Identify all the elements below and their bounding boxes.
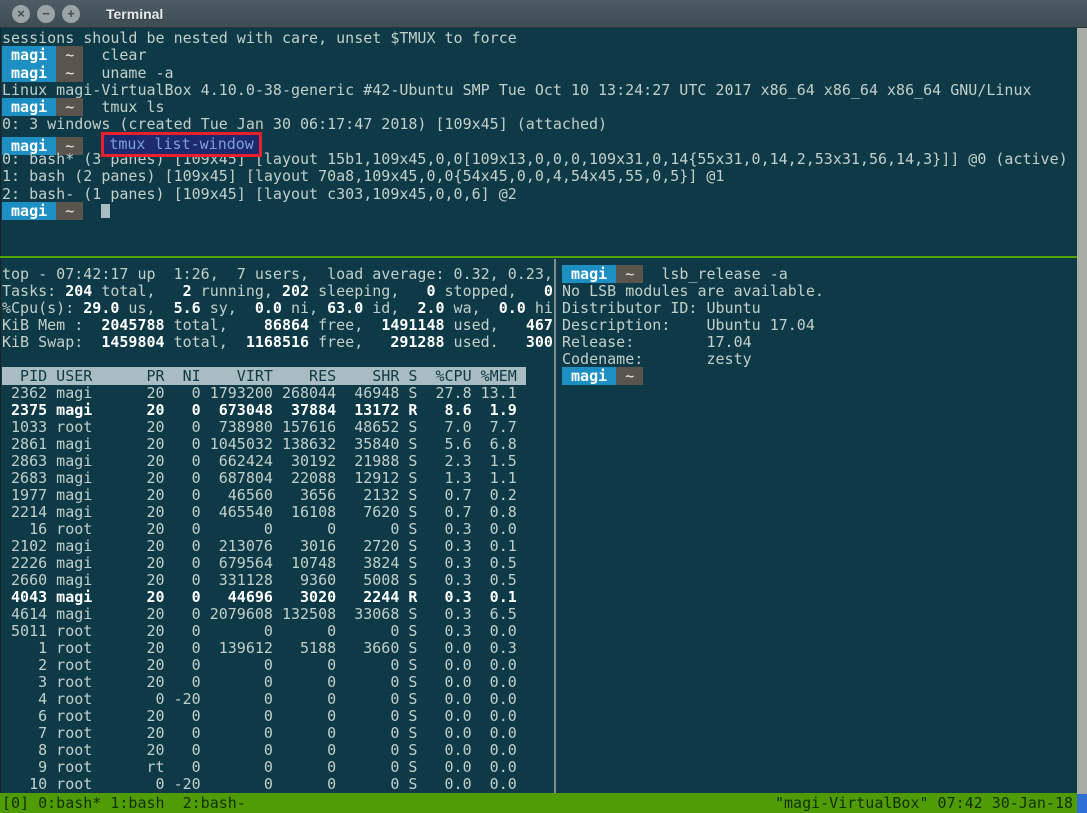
- top-summary-line: %Cpu(s): 29.0 us, 5.6 sy, 0.0 ni, 63.0 i…: [2, 300, 553, 317]
- terminal-line: magi ~ clear: [2, 47, 1077, 64]
- prompt-user-badge: magi: [2, 98, 56, 116]
- tmux-horizontal-pane-divider[interactable]: [0, 256, 1077, 258]
- process-row: 2660 magi 20 0 331128 9360 5008 S 0.3 0.…: [2, 572, 553, 589]
- prompt-dir-badge: ~: [616, 265, 643, 283]
- terminal-line: Distributor ID: Ubuntu: [562, 300, 1076, 317]
- command-text: lsb_release -a: [661, 265, 787, 283]
- prompt-dir-badge: ~: [56, 98, 83, 116]
- minimize-button[interactable]: −: [37, 5, 55, 23]
- process-row: 5011 root 20 0 0 0 0 S 0.3 0.0: [2, 623, 553, 640]
- title-bar: × − + Terminal: [0, 0, 1087, 28]
- prompt-user-badge: magi: [2, 64, 56, 82]
- process-row: 1033 root 20 0 738980 157616 48652 S 7.0…: [2, 419, 553, 436]
- tmux-status-bar: [0] 0:bash* 1:bash 2:bash- "magi-Virtual…: [0, 793, 1087, 813]
- terminal-line: magi ~: [2, 203, 1077, 220]
- terminal-line: magi ~ lsb_release -a: [562, 266, 1076, 283]
- process-row: 8 root 20 0 0 0 0 S 0.0 0.0: [2, 742, 553, 759]
- terminal-line: Description: Ubuntu 17.04: [562, 317, 1076, 334]
- process-row: 2214 magi 20 0 465540 16108 7620 S 0.7 0…: [2, 504, 553, 521]
- process-row: 10 root 0 -20 0 0 0 S 0.0 0.0: [2, 776, 553, 793]
- process-row: 1977 magi 20 0 46560 3656 2132 S 0.7 0.2: [2, 487, 553, 504]
- command-text: tmux ls: [101, 98, 164, 116]
- terminal-window: × − + Terminal sessions should be nested…: [0, 0, 1087, 813]
- command-text: uname -a: [101, 64, 173, 82]
- process-row: 2102 magi 20 0 213076 3016 2720 S 0.3 0.…: [2, 538, 553, 555]
- process-row: 2 root 20 0 0 0 0 S 0.0 0.0: [2, 657, 553, 674]
- process-row: 2362 magi 20 0 1793200 268044 46948 S 27…: [2, 385, 553, 402]
- terminal-line: Linux magi-VirtualBox 4.10.0-38-generic …: [2, 82, 1077, 99]
- annotation-highlight-box: tmux list-window: [101, 132, 262, 157]
- top-summary-line: KiB Mem : 2045788 total, 86864 free, 149…: [2, 317, 553, 334]
- blank-line: [2, 351, 553, 368]
- cursor-block: [101, 204, 110, 218]
- terminal-line: magi ~ tmux list-window: [2, 134, 1077, 151]
- process-row: 6 root 20 0 0 0 0 S 0.0 0.0: [2, 708, 553, 725]
- process-table-header-text: PID USER PR NI VIRT RES SHR S %CPU %MEM: [2, 367, 526, 385]
- top-summary-line: KiB Swap: 1459804 total, 1168516 free, 2…: [2, 334, 553, 351]
- tmux-vertical-pane-divider[interactable]: [554, 259, 556, 793]
- close-button[interactable]: ×: [12, 5, 30, 23]
- process-row: 2863 magi 20 0 662424 30192 21988 S 2.3 …: [2, 453, 553, 470]
- process-row: 2375 magi 20 0 673048 37884 13172 R 8.6 …: [2, 402, 553, 419]
- terminal-line: 2: bash- (1 panes) [109x45] [layout c303…: [2, 186, 1077, 203]
- process-row: 4614 magi 20 0 2079608 132508 33068 S 0.…: [2, 606, 553, 623]
- prompt-dir-badge: ~: [56, 46, 83, 64]
- maximize-button[interactable]: +: [62, 5, 80, 23]
- terminal-line: Release: 17.04: [562, 334, 1076, 351]
- terminal-line: 1: bash (2 panes) [109x45] [layout 70a8,…: [2, 168, 1077, 185]
- tmux-status-windows[interactable]: [0] 0:bash* 1:bash 2:bash-: [2, 793, 246, 813]
- tmux-pane-shell[interactable]: sessions should be nested with care, uns…: [2, 30, 1077, 254]
- top-summary-line: Tasks: 204 total, 2 running, 202 sleepin…: [2, 283, 553, 300]
- process-row: 16 root 20 0 0 0 0 S 0.3 0.0: [2, 521, 553, 538]
- prompt-user-badge: magi: [2, 202, 56, 220]
- process-row: 9 root rt 0 0 0 0 S 0.0 0.0: [2, 759, 553, 776]
- tmux-pane-top-command[interactable]: top - 07:42:17 up 1:26, 7 users, load av…: [2, 266, 553, 793]
- scrollbar-track[interactable]: [1077, 28, 1087, 813]
- process-row: 2861 magi 20 0 1045032 138632 35840 S 5.…: [2, 436, 553, 453]
- terminal-line: magi ~ uname -a: [2, 65, 1077, 82]
- prompt-user-badge: magi: [2, 46, 56, 64]
- command-text: clear: [101, 46, 146, 64]
- tmux-pane-lsb-release[interactable]: magi ~ lsb_release -aNo LSB modules are …: [562, 266, 1076, 793]
- terminal-line: No LSB modules are available.: [562, 283, 1076, 300]
- process-row: 4 root 0 -20 0 0 0 S 0.0 0.0: [2, 691, 553, 708]
- process-row: 2226 magi 20 0 679564 10748 3824 S 0.3 0…: [2, 555, 553, 572]
- process-row: 7 root 20 0 0 0 0 S 0.0 0.0: [2, 725, 553, 742]
- process-row: 3 root 20 0 0 0 0 S 0.0 0.0: [2, 674, 553, 691]
- process-row: 2683 magi 20 0 687804 22088 12912 S 1.3 …: [2, 470, 553, 487]
- top-summary-line: top - 07:42:17 up 1:26, 7 users, load av…: [2, 266, 553, 283]
- prompt-dir-badge: ~: [56, 64, 83, 82]
- prompt-user-badge: magi: [562, 367, 616, 385]
- terminal-line: magi ~ tmux ls: [2, 99, 1077, 116]
- prompt-dir-badge: ~: [56, 202, 83, 220]
- terminal-line: magi ~: [562, 368, 1076, 385]
- window-title: Terminal: [106, 6, 163, 22]
- process-row: 1 root 20 0 139612 5188 3660 S 0.0 0.3: [2, 640, 553, 657]
- terminal-line: Codename: zesty: [562, 351, 1076, 368]
- terminal-line: sessions should be nested with care, uns…: [2, 30, 1077, 47]
- process-row: 4043 magi 20 0 44696 3020 2244 R 0.3 0.1: [2, 589, 553, 606]
- process-table-header: PID USER PR NI VIRT RES SHR S %CPU %MEM: [2, 368, 553, 385]
- prompt-dir-badge: ~: [616, 367, 643, 385]
- prompt-user-badge: magi: [562, 265, 616, 283]
- scrollbar-thumb[interactable]: [1077, 794, 1087, 813]
- tmux-status-host-time: "magi-VirtualBox" 07:42 30-Jan-18: [775, 793, 1073, 813]
